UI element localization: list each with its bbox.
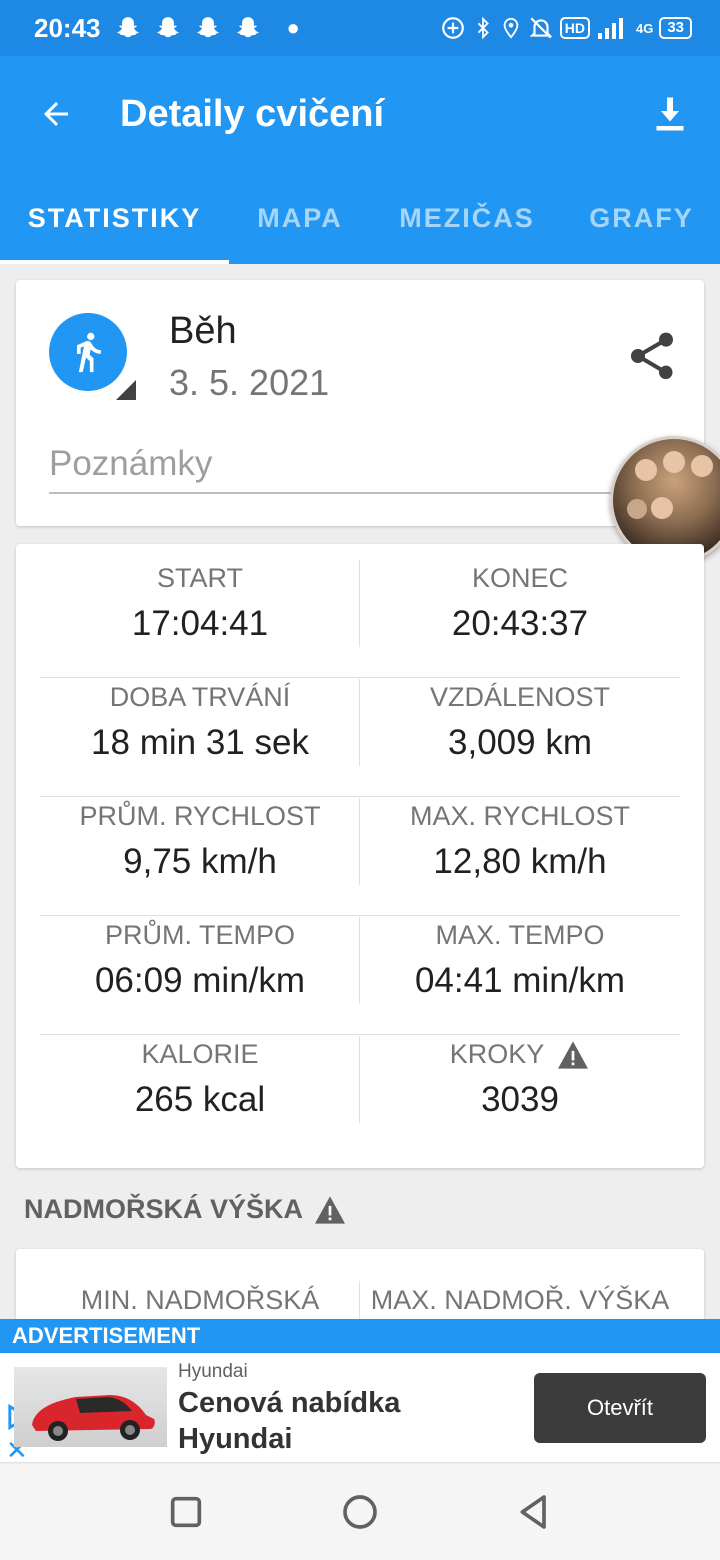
car-icon [32,1395,155,1441]
stat-label: PRŮM. TEMPO [104,920,295,950]
snapchat-icon [196,17,219,38]
stat-start: START 17:04:41 [40,544,360,663]
stat-value: 18 min 31 sek [91,723,309,762]
stat-value: 17:04:41 [131,604,269,643]
stat-max-pace: MAX. TEMPO 04:41 min/km [360,901,680,1020]
dropdown-corner-icon [116,380,136,400]
ad-advertiser: Hyundai [178,1361,248,1382]
recents-icon[interactable] [166,1492,206,1532]
stat-row: PRŮM. TEMPO 06:09 min/km MAX. TEMPO 04:4… [40,901,680,1020]
status-icons: HD 4G 33 [440,15,692,41]
stat-avg-pace: PRŮM. TEMPO 06:09 min/km [40,901,360,1020]
stat-steps: KROKY 3039 [360,1020,680,1139]
hd-voice-icon: HD [559,17,590,39]
stat-label: PRŮM. RYCHLOST [79,801,321,831]
stat-row: DOBA TRVÁNÍ 18 min 31 sek VZDÁLENOST 3,0… [40,663,680,782]
stat-value: 04:41 min/km [414,961,626,1000]
stat-value: 3039 [481,1080,559,1119]
stat-row: START 17:04:41 KONEC 20:43:37 [40,544,680,663]
stat-distance: VZDÁLENOST 3,009 km [360,663,680,782]
divider [359,798,360,885]
alarm-off-icon [529,17,553,39]
notification-dot-icon: ● [286,15,300,40]
ad-open-button[interactable]: Otevřít [534,1373,706,1443]
elevation-section-title: NADMOŘSKÁ VÝŠKA [24,1194,347,1225]
page-title: Detaily cvičení [120,92,385,135]
activity-card: Běh 3. 5. 2021 Poznámky [16,280,704,526]
snapchat-icon [116,17,139,38]
stat-row: KALORIE 265 kcal KROKY 3039 [40,1020,680,1139]
download-icon [656,97,684,131]
network-type: 4G [635,20,654,36]
snapchat-icon [236,17,259,38]
ad-container[interactable]: ✕ Hyundai Cenová nabídka Hyundai Otevřít [0,1353,720,1463]
stat-label: MAX. RYCHLOST [409,801,631,831]
battery-icon: 33 [659,17,692,39]
stats-card: START 17:04:41 KONEC 20:43:37 DOBA TRVÁN… [16,544,704,1168]
warning-icon[interactable] [313,1195,347,1225]
steps-label: KROKY [449,1039,545,1069]
stat-avg-speed: PRŮM. RYCHLOST 9,75 km/h [40,782,360,901]
tab-grafy[interactable]: GRAFY [563,172,720,264]
notes-field[interactable]: Poznámky [49,444,649,494]
warning-icon[interactable] [556,1040,590,1070]
stat-end: KONEC 20:43:37 [360,544,680,663]
signal-icon [597,18,623,39]
stat-value: 3,009 km [448,723,592,762]
stat-calories: KALORIE 265 kcal [40,1020,360,1139]
download-button[interactable] [620,56,720,172]
stat-value: 06:09 min/km [94,961,306,1000]
divider [359,1036,360,1123]
stat-label: MAX. TEMPO [435,920,605,950]
app-bar: Detaily cvičení [0,56,720,172]
stat-max-speed: MAX. RYCHLOST 12,80 km/h [360,782,680,901]
stat-label: KONEC [471,563,569,593]
stat-label: KALORIE [141,1039,259,1069]
data-saver-icon [441,17,464,39]
stat-value: 20:43:37 [451,604,589,643]
stat-value: 9,75 km/h [123,842,277,881]
ad-headline[interactable]: Cenová nabídka Hyundai [178,1385,518,1457]
arrow-back-icon [44,102,68,126]
tab-mezicas[interactable]: MEZIČAS [371,172,563,264]
stat-duration: DOBA TRVÁNÍ 18 min 31 sek [40,663,360,782]
section-title-text: NADMOŘSKÁ VÝŠKA [24,1194,304,1224]
stat-row: PRŮM. RYCHLOST 9,75 km/h MAX. RYCHLOST 1… [40,782,680,901]
snapchat-icon [156,17,179,38]
system-nav-bar [0,1464,720,1560]
activity-name: Běh [169,310,237,352]
location-icon [503,17,519,39]
stat-value: 12,80 km/h [433,842,607,881]
status-bar: 20:43 ● HD 4G 33 [0,0,720,56]
divider [359,679,360,766]
stat-label: KROKY [450,1039,591,1070]
stat-label: DOBA TRVÁNÍ [109,682,291,712]
ad-banner: ADVERTISEMENT [0,1319,720,1353]
bluetooth-icon [477,16,489,40]
stat-value: 265 kcal [134,1080,266,1119]
stat-label: START [156,563,243,593]
stat-label: MIN. NADMOŘSKÁ [80,1285,320,1315]
stat-label: VZDÁLENOST [429,682,611,712]
home-icon[interactable] [340,1492,380,1532]
stat-label: MAX. NADMOŘ. VÝŠKA [370,1285,670,1315]
tab-statistiky[interactable]: STATISTIKY [0,172,229,264]
tab-mapa[interactable]: MAPA [229,172,371,264]
divider [359,560,360,647]
status-time: 20:43 [34,12,101,43]
running-icon [77,332,101,373]
divider [359,917,360,1004]
back-button[interactable] [0,56,112,172]
back-nav-icon[interactable] [514,1492,554,1532]
share-icon[interactable] [624,328,680,384]
ad-car-image [14,1367,167,1447]
activity-date: 3. 5. 2021 [169,362,330,403]
tab-bar: STATISTIKY MAPA MEZIČAS GRAFY [0,172,720,264]
